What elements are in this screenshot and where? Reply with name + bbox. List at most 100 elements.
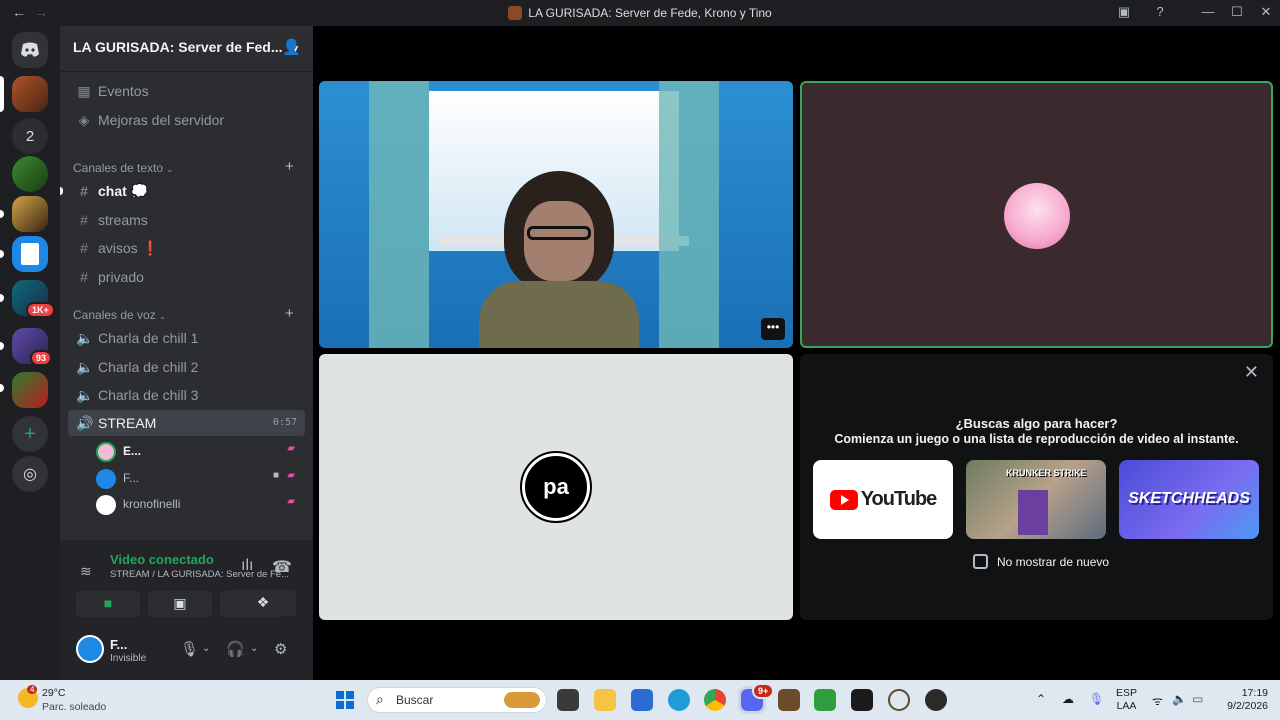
checkbox-label: No mostrar de nuevo [997, 555, 1110, 569]
channel-sidebar: LA GURISADA: Server de Fed... ▼ 👤 ▦ Event… [60, 26, 313, 680]
explore-servers-icon[interactable]: ◎ [12, 456, 48, 492]
windows-taskbar: 4 29°C Parc. soleado ⌕ Buscar 9+ ⌃ ☁ 🎙 E… [0, 680, 1280, 720]
outlook-icon[interactable] [631, 689, 653, 711]
stream-tile[interactable]: pa [319, 354, 793, 620]
search-icon: ⌕ [376, 691, 384, 707]
voice-user-name: kronofinelli [123, 497, 181, 512]
creeper-icon[interactable] [814, 689, 836, 711]
gear-icon[interactable]: ⚙ [274, 640, 287, 658]
battery-icon[interactable]: ▭ [1192, 692, 1203, 706]
file-explorer-icon[interactable] [594, 689, 616, 711]
noise-suppression-icon[interactable]: ılı [241, 557, 253, 575]
server-la-gurisada[interactable] [12, 76, 48, 112]
voice-channel-chill-3[interactable]: 🔈 Charla de chill 3 [68, 382, 305, 408]
headphones-icon[interactable]: 🎧 [226, 640, 245, 658]
voice-channels-category[interactable]: Canales de voz ⌄ + [73, 305, 294, 322]
server-folder[interactable] [12, 372, 48, 408]
voice-channel-chill-2[interactable]: 🔈 Charla de chill 2 [68, 354, 305, 380]
unread-indicator [0, 250, 4, 258]
mention-badge: 93 [30, 350, 53, 366]
user-name[interactable]: F... [110, 637, 127, 652]
checkbox-icon[interactable] [973, 554, 988, 569]
server-icon[interactable] [12, 236, 48, 272]
obs-icon[interactable] [925, 689, 947, 711]
help-icon[interactable]: ? [1150, 4, 1170, 22]
microphone-icon[interactable]: 🎙 [180, 640, 199, 658]
close-window-icon[interactable]: ✕ [1256, 4, 1276, 22]
capcut-icon[interactable] [851, 689, 873, 711]
connection-signal-icon[interactable]: ≋ [80, 563, 92, 580]
server-folder-count[interactable]: 2 [12, 118, 48, 154]
hashtag-icon: # [80, 240, 88, 256]
lang-code: ESP [1116, 687, 1138, 699]
invite-people-icon[interactable]: 👤 [282, 38, 301, 56]
chevron-up-icon[interactable]: ⌃ [1036, 692, 1046, 706]
window-titlebar: ← → LA GURISADA: Server de Fede, Krono y… [0, 0, 1280, 26]
krunker-strike-card[interactable]: KRUNKER STRIKE [966, 460, 1106, 539]
voice-user[interactable]: kronofinelli ▰ [96, 491, 301, 515]
voice-status[interactable]: Video conectado [110, 552, 214, 567]
voice-user-name: F... [123, 471, 140, 486]
activity-suggestions: ✕ ¿Buscas algo para hacer? Comienza un j… [800, 354, 1273, 620]
camera-icon: ■ [272, 470, 279, 481]
dont-show-again-checkbox[interactable]: No mostrar de nuevo [973, 554, 1109, 569]
add-server-icon[interactable]: + [12, 416, 48, 452]
taskbar-search[interactable]: ⌕ Buscar [367, 687, 547, 713]
server-icon[interactable] [12, 196, 48, 232]
server-header[interactable]: LA GURISADA: Server de Fed... ▼ 👤 [60, 26, 313, 72]
screen-share-button[interactable]: ▣ [148, 591, 212, 617]
crosshair-app-icon[interactable] [888, 689, 910, 711]
voice-channel-stream[interactable]: 🔊 STREAM 0:57 [68, 410, 305, 436]
events-item[interactable]: ▦ Eventos [68, 78, 305, 104]
sketchheads-card[interactable]: SKETCHHEADS [1119, 460, 1259, 539]
text-channels-category[interactable]: Canales de texto ⌄ + [73, 158, 294, 175]
weather-condition[interactable]: Parc. soleado [42, 701, 106, 713]
camera-button[interactable]: ■ [76, 591, 140, 617]
chevron-down-icon[interactable]: ⌄ [250, 643, 258, 654]
webcam-tile[interactable]: ••• [319, 81, 793, 348]
channel-avisos[interactable]: # avisos ❗ [68, 235, 305, 261]
language-indicator[interactable]: ESP LAA [1116, 687, 1137, 713]
wifi-icon[interactable]: ᯤ [1152, 692, 1163, 709]
volume-icon[interactable]: 🔈 [1172, 692, 1187, 706]
voice-user[interactable]: E... ▰ [96, 438, 301, 462]
user-status: Invisible [110, 653, 147, 664]
user-panel: F... Invisible 🎙 ⌄ 🎧 ⌄ ⚙ [60, 626, 313, 680]
cloud-icon[interactable]: ☁ [1062, 692, 1074, 706]
microphone-icon[interactable]: 🎙 [1089, 692, 1104, 706]
close-icon[interactable]: ✕ [1244, 362, 1259, 383]
voice-user[interactable]: F... ■ ▰ [96, 465, 301, 489]
soundboard-button[interactable]: ❖ [230, 590, 296, 616]
server-icon[interactable] [12, 156, 48, 192]
weather-temp[interactable]: 29°C [42, 687, 65, 699]
disconnect-icon[interactable]: ☎ [272, 557, 292, 577]
server-name: LA GURISADA: Server de Fed... [73, 39, 283, 55]
channel-streams[interactable]: # streams [68, 207, 305, 233]
webcam-person [479, 171, 639, 348]
task-view-icon[interactable] [557, 689, 579, 711]
youtube-activity-card[interactable]: YouTube [813, 460, 953, 539]
minecraft-icon[interactable] [778, 689, 800, 711]
channel-privado[interactable]: # privado [68, 264, 305, 290]
clock[interactable]: 17:19 9/2/2026 [1222, 687, 1268, 713]
edge-icon[interactable] [668, 689, 690, 711]
window-title-text: LA GURISADA: Server de Fede, Krono y Tin… [528, 6, 772, 20]
inbox-icon[interactable]: ▣ [1114, 4, 1134, 22]
voice-channel-chill-1[interactable]: 🔈 Charla de chill 1 [68, 325, 305, 351]
discord-home-icon[interactable] [12, 32, 48, 68]
maximize-icon[interactable]: ☐ [1227, 4, 1247, 22]
minimize-icon[interactable]: — [1198, 4, 1218, 22]
server-boosts-item[interactable]: ◈ Mejoras del servidor [68, 107, 305, 133]
voice-channel-path[interactable]: STREAM / LA GURISADA: Server de Fe... [110, 569, 289, 580]
channel-chat[interactable]: # chat 💭 [68, 178, 305, 204]
start-button[interactable] [336, 691, 354, 709]
avatar [96, 469, 116, 489]
create-channel-icon[interactable]: + [285, 158, 294, 175]
chevron-down-icon[interactable]: ⌄ [202, 643, 210, 654]
participant-tile[interactable] [800, 81, 1273, 348]
more-options-icon[interactable]: ••• [761, 318, 785, 340]
avatar[interactable] [76, 635, 104, 663]
youtube-play-icon [829, 489, 858, 510]
chrome-icon[interactable] [704, 689, 726, 711]
create-channel-icon[interactable]: + [285, 305, 294, 322]
